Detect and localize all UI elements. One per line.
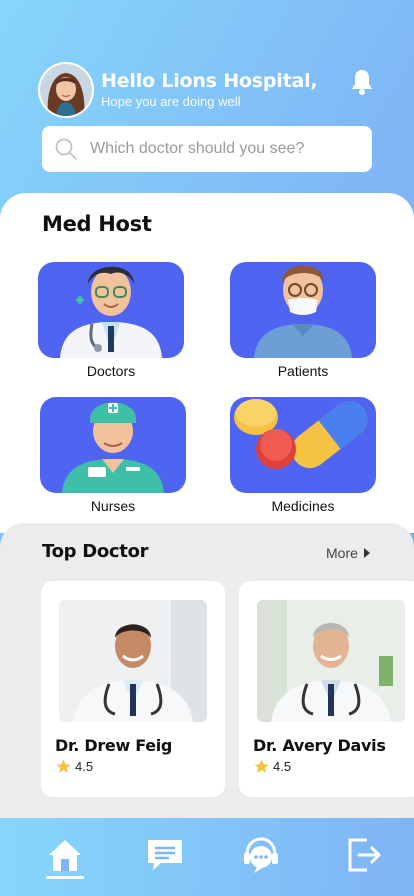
doctor-name: Dr. Avery Davis [253, 736, 386, 755]
doctor-rating: 4.5 [253, 758, 291, 775]
notification-bell-icon[interactable] [349, 68, 375, 96]
category-medicines[interactable]: Medicines [230, 397, 376, 514]
nav-logout[interactable] [345, 835, 385, 875]
avatar[interactable] [38, 62, 94, 118]
doctor-card[interactable]: Dr. Avery Davis 4.5 [239, 581, 414, 797]
more-label: More [326, 545, 358, 561]
search-bar[interactable] [42, 126, 372, 172]
nav-messages[interactable] [145, 835, 185, 875]
active-tab-indicator [46, 876, 84, 879]
nav-home[interactable] [45, 835, 85, 875]
chat-icon [148, 840, 182, 870]
bottom-navigation [0, 818, 414, 896]
search-input[interactable] [90, 140, 340, 158]
category-label: Medicines [271, 498, 335, 514]
greeting-title: Hello Lions Hospital, [101, 70, 318, 92]
medicines-tile [230, 397, 376, 493]
med-host-title: Med Host [42, 212, 152, 236]
rating-value: 4.5 [273, 759, 292, 774]
rating-value: 4.5 [75, 759, 94, 774]
doctor-photo [59, 600, 207, 722]
nurses-tile [40, 397, 186, 493]
support-icon [244, 837, 278, 873]
category-patients[interactable]: Patients [230, 262, 376, 379]
medicines-illustration-icon [234, 399, 368, 469]
caret-right-icon [363, 548, 370, 558]
star-icon [56, 759, 71, 773]
patient-illustration-icon [254, 265, 352, 358]
star-icon [254, 759, 269, 773]
category-nurses[interactable]: Nurses [40, 397, 186, 514]
category-doctors[interactable]: Doctors [38, 262, 184, 379]
header: Hello Lions Hospital, Hope you are doing… [0, 0, 414, 200]
doctor-name: Dr. Drew Feig [55, 736, 173, 755]
greeting-subtitle: Hope you are doing well [101, 94, 241, 109]
search-icon [55, 138, 77, 160]
patients-tile [230, 262, 376, 358]
doctor-portrait-image [59, 600, 207, 722]
doctor-portrait-image [257, 600, 405, 722]
nurse-illustration-icon [62, 402, 164, 493]
logout-icon [348, 838, 381, 872]
more-link[interactable]: More [326, 545, 370, 561]
doctors-tile [38, 262, 184, 358]
top-doctor-title: Top Doctor [42, 541, 149, 562]
home-icon [49, 840, 81, 871]
nav-support[interactable] [241, 835, 281, 875]
category-label: Nurses [90, 498, 136, 514]
doctor-photo [257, 600, 405, 722]
doctor-card[interactable]: Dr. Drew Feig 4.5 [41, 581, 225, 797]
user-avatar-image [40, 64, 92, 116]
doctor-rating: 4.5 [55, 758, 93, 775]
doctor-illustration-icon [60, 266, 162, 358]
